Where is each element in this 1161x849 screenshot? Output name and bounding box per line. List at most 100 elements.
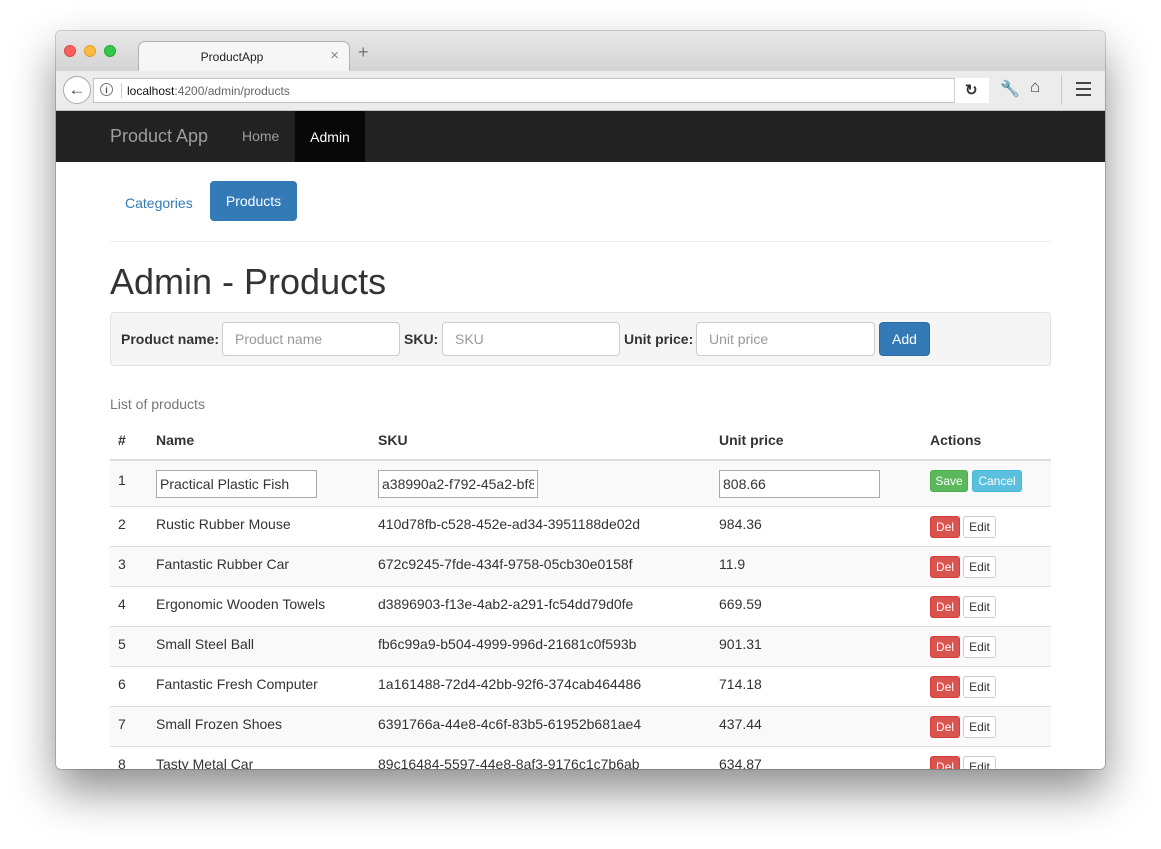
row-number: 6: [118, 676, 126, 692]
add-product-form: Product name: SKU: Unit price: Add: [110, 312, 1051, 366]
info-icon[interactable]: i: [100, 83, 113, 96]
browser-tab[interactable]: ProductApp ×: [138, 41, 350, 72]
save-button[interactable]: Save: [930, 470, 968, 492]
tab-bar: ProductApp × +: [56, 31, 1105, 72]
table-row: 7 Small Frozen Shoes 6391766a-44e8-4c6f-83…: [110, 706, 1051, 746]
edit-button[interactable]: Edit: [963, 556, 996, 578]
navbar: Product App Home Admin: [56, 111, 1105, 162]
product-sku: 410d78fb-c528-452e-ad34-3951188de02d: [378, 516, 641, 532]
table-row: 6 Fantastic Fresh Computer 1a161488-72d4-4…: [110, 666, 1051, 706]
delete-button[interactable]: Del: [930, 636, 960, 658]
edit-price-input[interactable]: [719, 470, 880, 498]
url-text[interactable]: localhost:4200/admin/products: [127, 84, 290, 98]
home-icon[interactable]: ⌂: [1030, 77, 1040, 97]
cancel-button[interactable]: Cancel: [972, 470, 1022, 492]
new-tab-icon[interactable]: +: [358, 43, 369, 61]
product-name: Small Frozen Shoes: [156, 716, 283, 732]
row-number: 5: [118, 636, 126, 652]
product-name-label: Product name:: [121, 331, 220, 347]
edit-button[interactable]: Edit: [963, 716, 996, 738]
close-window-button[interactable]: [64, 45, 76, 57]
delete-button[interactable]: Del: [930, 556, 960, 578]
arrow-left-icon: ←: [68, 80, 86, 99]
wrench-icon[interactable]: 🔧: [1000, 79, 1020, 99]
product-unit-price: 634.87: [719, 756, 762, 769]
edit-button[interactable]: Edit: [963, 756, 996, 769]
product-sku: 6391766a-44e8-4c6f-83b5-61952b681ae4: [378, 716, 642, 732]
tab-products[interactable]: Products: [210, 181, 297, 221]
edit-button[interactable]: Edit: [963, 636, 996, 658]
nav-item-home[interactable]: Home: [242, 128, 279, 144]
edit-button[interactable]: Edit: [963, 516, 996, 538]
product-unit-price: 714.18: [719, 676, 762, 692]
back-button[interactable]: ←: [63, 76, 91, 104]
table-body: 2 Rustic Rubber Mouse 410d78fb-c528-452e-a…: [110, 506, 1051, 769]
url-host: localhost: [127, 84, 175, 98]
header-actions: Actions: [930, 432, 982, 448]
reload-icon: ↻: [965, 82, 978, 99]
row-number: 4: [118, 596, 126, 612]
product-name: Tasty Metal Car: [156, 756, 254, 769]
tab-title: ProductApp: [200, 50, 264, 64]
table-row: 8 Tasty Metal Car 89c16484-5597-44e8-8af3-…: [110, 746, 1051, 769]
list-caption: List of products: [110, 396, 205, 412]
page-title: Admin - Products: [110, 261, 387, 302]
url-path: :4200/admin/products: [174, 84, 290, 98]
product-sku: fb6c99a9-b504-4999-996d-21681c0f593b: [378, 636, 637, 652]
browser-toolbar: ← i localhost:4200/admin/products ↻: [56, 71, 1105, 111]
navbar-brand[interactable]: Product App: [110, 126, 208, 147]
delete-button[interactable]: Del: [930, 716, 960, 738]
product-unit-price: 984.36: [719, 516, 762, 532]
delete-button[interactable]: Del: [930, 596, 960, 618]
unit-price-input[interactable]: [696, 322, 875, 356]
product-name: Fantastic Rubber Car: [156, 556, 290, 572]
row-number: 1: [118, 472, 126, 488]
product-unit-price: 437.44: [719, 716, 762, 732]
delete-button[interactable]: Del: [930, 516, 960, 538]
header-sku: SKU: [378, 432, 408, 448]
product-sku: 89c16484-5597-44e8-8af3-9176c1c7b6ab: [378, 756, 640, 769]
divider: [110, 241, 1051, 242]
sku-label: SKU:: [404, 331, 439, 347]
table-header: # Name SKU Unit price Actions: [110, 422, 1051, 461]
header-num: #: [118, 432, 126, 448]
maximize-window-button[interactable]: [104, 45, 116, 57]
row-number: 7: [118, 716, 126, 732]
unit-price-label: Unit price:: [624, 331, 694, 347]
minimize-window-button[interactable]: [84, 45, 96, 57]
table-row: 2 Rustic Rubber Mouse 410d78fb-c528-452e-a…: [110, 506, 1051, 546]
toolbar-divider: [1061, 75, 1062, 105]
table-row: 4 Ergonomic Wooden Towels d3896903-f13e-4a…: [110, 586, 1051, 626]
edit-button[interactable]: Edit: [963, 676, 996, 698]
nav-item-admin[interactable]: Admin: [295, 111, 365, 162]
row-number: 2: [118, 516, 126, 532]
browser-window: ProductApp × + ← i localhost:4200/admin/…: [56, 31, 1105, 769]
edit-button[interactable]: Edit: [963, 596, 996, 618]
delete-button[interactable]: Del: [930, 756, 960, 769]
hamburger-menu-icon[interactable]: [1076, 82, 1091, 100]
product-unit-price: 901.31: [719, 636, 762, 652]
product-name: Small Steel Ball: [156, 636, 255, 652]
product-sku: 672c9245-7fde-434f-9758-05cb30e0158f: [378, 556, 633, 572]
add-button[interactable]: Add: [879, 322, 930, 356]
header-name: Name: [156, 432, 195, 448]
sku-input[interactable]: [442, 322, 620, 356]
row-number: 3: [118, 556, 126, 572]
product-name-input[interactable]: [222, 322, 400, 356]
tab-categories[interactable]: Categories: [125, 195, 193, 211]
address-divider: [121, 83, 122, 98]
delete-button[interactable]: Del: [930, 676, 960, 698]
row-number: 8: [118, 756, 126, 769]
tab-close-icon[interactable]: ×: [330, 47, 339, 64]
reload-button[interactable]: ↻: [954, 78, 989, 103]
header-unit-price: Unit price: [719, 432, 784, 448]
edit-sku-input[interactable]: [378, 470, 538, 498]
address-bar[interactable]: i localhost:4200/admin/products: [93, 78, 988, 103]
product-unit-price: 11.9: [719, 556, 746, 572]
edit-name-input[interactable]: [156, 470, 317, 498]
product-name: Ergonomic Wooden Towels: [156, 596, 326, 612]
table-row: 5 Small Steel Ball fb6c99a9-b504-4999-996d…: [110, 626, 1051, 666]
product-name: Rustic Rubber Mouse: [156, 516, 291, 532]
product-unit-price: 669.59: [719, 596, 762, 612]
product-sku: 1a161488-72d4-42bb-92f6-374cab464486: [378, 676, 642, 692]
